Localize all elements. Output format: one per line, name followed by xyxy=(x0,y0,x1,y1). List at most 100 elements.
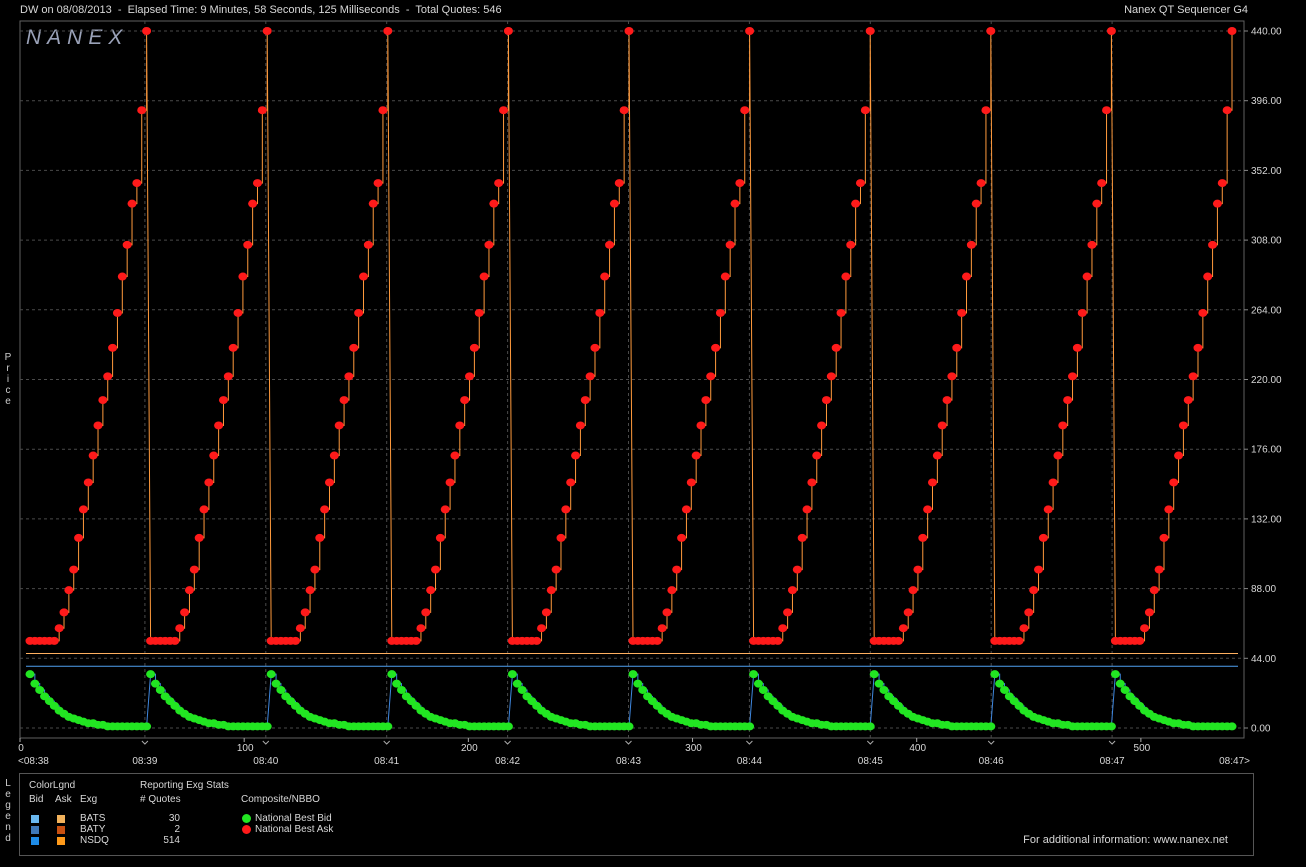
ask-quote-point xyxy=(1043,505,1053,514)
quotes-column-header: # Quotes xyxy=(140,794,181,805)
time-tick-label: 08:39 xyxy=(132,756,157,767)
nanex-watermark: NANEX xyxy=(26,26,128,49)
ask-quote-point xyxy=(112,308,122,317)
y-tick-label: 132.00 xyxy=(1251,514,1282,525)
exchange-name: BATY xyxy=(80,824,106,835)
time-tick-marker xyxy=(262,740,270,745)
time-tick-label: <08:38 xyxy=(18,756,49,767)
ask-quote-point xyxy=(383,27,393,35)
bid-quote-point xyxy=(628,670,638,679)
ask-quote-point xyxy=(590,343,600,352)
ask-quote-point xyxy=(1058,421,1068,430)
ask-quote-point xyxy=(1169,478,1179,487)
ask-quote-point xyxy=(595,308,605,317)
ask-quote-point xyxy=(571,451,581,460)
ask-quote-point xyxy=(672,565,682,574)
ask-quote-point xyxy=(69,565,79,574)
ask-quote-point xyxy=(942,396,952,405)
ask-quote-point xyxy=(223,372,233,381)
ask-quote-point xyxy=(98,396,108,405)
ask-quote-point xyxy=(932,451,942,460)
exg-column-header: Exg xyxy=(80,794,98,805)
ask-quote-point xyxy=(431,565,441,574)
ask-quote-point xyxy=(1149,586,1159,595)
ask-quote-point xyxy=(243,240,253,249)
legend-panel: ColorLgnd Bid Ask Exg Reporting Exg Stat… xyxy=(19,773,1254,856)
ask-quote-point xyxy=(359,272,369,281)
bid-quote-point xyxy=(262,722,272,731)
ask-quote-point xyxy=(300,608,310,617)
ask-quote-point xyxy=(826,372,836,381)
ask-quote-point xyxy=(923,505,933,514)
y-tick-label: 88.00 xyxy=(1251,584,1276,595)
ask-quote-point xyxy=(228,343,238,352)
ask-quote-point xyxy=(1144,608,1154,617)
ask-quote-point xyxy=(841,272,851,281)
ask-quote-point xyxy=(893,636,903,645)
ask-quote-point xyxy=(445,478,455,487)
ask-quote-point xyxy=(846,240,856,249)
ask-quote-point xyxy=(908,586,918,595)
ask-quote-point xyxy=(865,27,875,35)
ask-quote-point xyxy=(1097,179,1107,188)
time-tick-label: 08:46 xyxy=(979,756,1004,767)
ask-quote-point xyxy=(1068,372,1078,381)
exchange-quote-count: 2 xyxy=(174,824,180,835)
price-chart[interactable]: NANEX 440.00 396.00 352.00 308.00 264.00 220.0… xyxy=(0,0,1306,770)
ask-quote-point xyxy=(546,586,556,595)
y-tick-label: 220.00 xyxy=(1251,375,1282,386)
ask-quote-point xyxy=(503,27,513,35)
exchange-name: BATS xyxy=(80,813,106,824)
ask-quote-point xyxy=(609,199,619,208)
bid-quote-point xyxy=(503,722,513,731)
ask-quote-point xyxy=(681,505,691,514)
stats-title: Reporting Exg Stats xyxy=(140,780,229,791)
ask-quote-point xyxy=(199,505,209,514)
ask-quote-point xyxy=(290,636,300,645)
ask-quote-point xyxy=(817,421,827,430)
time-tick-label: 08:42 xyxy=(495,756,520,767)
ask-quote-point xyxy=(257,106,267,115)
ask-quote-point xyxy=(189,565,199,574)
ask-quote-point xyxy=(657,624,667,633)
time-tick-label: 08:47 xyxy=(1100,756,1125,767)
exchange-quote-count: 30 xyxy=(168,813,180,824)
ask-quote-point xyxy=(142,27,152,35)
ask-quote-point xyxy=(1029,586,1039,595)
ask-quote-point xyxy=(49,636,59,645)
ask-quote-point xyxy=(855,179,865,188)
ask-quote-point xyxy=(262,27,272,35)
ask-quote-point xyxy=(1174,451,1184,460)
ask-quote-point xyxy=(537,624,547,633)
ask-quote-point xyxy=(59,608,69,617)
ask-quote-point xyxy=(1034,565,1044,574)
ask-quote-point xyxy=(1212,199,1222,208)
info-link[interactable]: For additional information: www.nanex.ne… xyxy=(1023,834,1228,846)
ask-quote-point xyxy=(238,272,248,281)
ask-quote-point xyxy=(1106,27,1116,35)
y-tick-label: 264.00 xyxy=(1251,305,1282,316)
time-tick-marker xyxy=(987,740,995,745)
ask-quote-point xyxy=(715,308,725,317)
ask-quote-point xyxy=(614,179,624,188)
nsdq-ask-swatch xyxy=(57,837,65,845)
ask-quote-point xyxy=(1164,505,1174,514)
color-legend-title: ColorLgnd xyxy=(29,780,76,791)
ask-quote-point xyxy=(233,308,243,317)
ask-quote-point xyxy=(1072,343,1082,352)
ask-quote-point xyxy=(812,451,822,460)
bats-bid-swatch xyxy=(31,815,39,823)
ask-quote-point xyxy=(1208,240,1218,249)
ask-quote-point xyxy=(1159,533,1169,542)
ask-quote-point xyxy=(802,505,812,514)
ask-quote-point xyxy=(435,533,445,542)
bid-column-header: Bid xyxy=(29,794,44,805)
ask-quote-point xyxy=(499,106,509,115)
ask-quote-point xyxy=(580,396,590,405)
y-tick-label: 44.00 xyxy=(1251,654,1276,665)
ask-quote-point xyxy=(952,343,962,352)
time-tick-marker xyxy=(625,740,632,745)
ask-quote-point xyxy=(363,240,373,249)
y-tick-label: 176.00 xyxy=(1251,445,1282,456)
ask-quote-point xyxy=(735,179,745,188)
